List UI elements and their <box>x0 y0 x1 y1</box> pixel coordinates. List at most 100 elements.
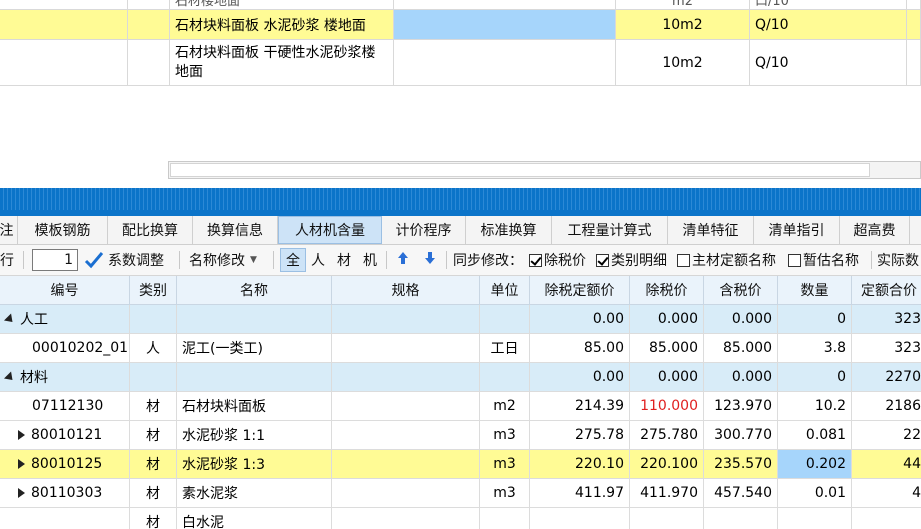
cell-code[interactable] <box>0 508 130 529</box>
cell-spec[interactable] <box>332 421 480 450</box>
cell-base[interactable]: 220.10 <box>530 450 630 479</box>
cell-price[interactable]: 85.000 <box>630 334 704 363</box>
cell-price[interactable] <box>630 508 704 529</box>
cell-spec[interactable] <box>332 392 480 421</box>
cell-unit[interactable]: m3 <box>480 450 530 479</box>
tab-mix-conversion[interactable]: 配比换算 <box>108 216 193 244</box>
collapse-icon[interactable] <box>3 312 17 326</box>
tab-resource-content[interactable]: 人材机含量 <box>278 216 382 244</box>
cell-total[interactable]: 2270 <box>852 363 921 392</box>
checkbox-main-material-name[interactable]: 主材定额名称 <box>677 245 776 275</box>
cell-tax[interactable]: 0.000 <box>704 305 778 334</box>
cell-tax[interactable]: 457.540 <box>704 479 778 508</box>
cell-spec[interactable] <box>332 479 480 508</box>
cell-code[interactable]: 80010125 <box>0 450 130 479</box>
cell-price[interactable]: 0.000 <box>630 363 704 392</box>
cell-price[interactable]: 411.970 <box>630 479 704 508</box>
cell-qty[interactable]: 3.8 <box>778 334 852 363</box>
tab-list-guide[interactable]: 清单指引 <box>754 216 840 244</box>
cell-name[interactable]: 水泥砂浆 1:3 <box>177 450 332 479</box>
checkbox-box[interactable] <box>788 253 801 267</box>
cell-total[interactable] <box>852 508 921 529</box>
tab-template-rebar[interactable]: 模板钢筋 <box>18 216 108 244</box>
checkbox-pretax-price[interactable]: 除税价 <box>529 245 586 275</box>
upper-row-cell[interactable] <box>0 40 128 86</box>
upper-row-cell[interactable] <box>128 40 170 86</box>
tab-note[interactable]: 注 <box>0 216 18 244</box>
tab-quantity-formula[interactable]: 工程量计算式 <box>552 216 668 244</box>
cell-unit[interactable] <box>480 305 530 334</box>
cell-type[interactable]: 材 <box>130 392 177 421</box>
checkbox-category-detail[interactable]: 类别明细 <box>596 245 667 275</box>
row-count-input[interactable]: 1 <box>32 249 78 271</box>
cell-unit[interactable]: m2 <box>480 392 530 421</box>
expand-icon[interactable] <box>18 459 25 469</box>
cell-total[interactable]: 323 <box>852 305 921 334</box>
upper-row-qty[interactable]: Q/10 <box>750 10 907 40</box>
tab-pricing-procedure[interactable]: 计价程序 <box>382 216 466 244</box>
cell-spec[interactable] <box>332 450 480 479</box>
col-header-name[interactable]: 名称 <box>177 276 332 305</box>
cell-tax[interactable]: 85.000 <box>704 334 778 363</box>
cell-qty[interactable]: 0.081 <box>778 421 852 450</box>
move-up-button[interactable] <box>397 245 409 275</box>
move-down-button[interactable] <box>424 245 436 275</box>
cell-qty[interactable]: 10.2 <box>778 392 852 421</box>
filter-labor-button[interactable]: 人 <box>311 245 325 275</box>
cell-spec[interactable] <box>332 508 480 529</box>
cell-code[interactable]: 07112130 <box>0 392 130 421</box>
upper-row-name[interactable]: 石材块料面板 干硬性水泥砂浆楼地面 <box>170 40 394 86</box>
tab-standard-conversion[interactable]: 标准换算 <box>466 216 552 244</box>
col-header-type[interactable]: 类别 <box>130 276 177 305</box>
col-header-quantity[interactable]: 数量 <box>778 276 852 305</box>
cell-type[interactable] <box>130 363 177 392</box>
horizontal-scrollbar[interactable] <box>168 161 921 179</box>
cell-code[interactable]: 80110303 <box>0 479 130 508</box>
cell-qty[interactable] <box>778 508 852 529</box>
cell-qty[interactable]: 0.01 <box>778 479 852 508</box>
cell-name[interactable]: 石材块料面板 <box>177 392 332 421</box>
col-header-code[interactable]: 编号 <box>0 276 130 305</box>
upper-row-cell[interactable] <box>907 40 921 86</box>
cell-base[interactable]: 214.39 <box>530 392 630 421</box>
checkbox-box[interactable] <box>529 253 542 267</box>
cell-unit[interactable]: m3 <box>480 479 530 508</box>
coefficient-adjust-button[interactable]: 系数调整 <box>84 245 164 275</box>
cell-total[interactable]: 323 <box>852 334 921 363</box>
cell-name[interactable]: 水泥砂浆 1:1 <box>177 421 332 450</box>
cell-code[interactable]: 80010121 <box>0 421 130 450</box>
cell-total[interactable]: 22 <box>852 421 921 450</box>
cell-tax[interactable] <box>704 508 778 529</box>
upper-row-cell[interactable] <box>907 10 921 40</box>
upper-row-cell[interactable] <box>0 10 128 40</box>
cell-total[interactable]: 44 <box>852 450 921 479</box>
upper-row-qty[interactable]: Q/10 <box>750 40 907 86</box>
col-header-unit[interactable]: 单位 <box>480 276 530 305</box>
cell-base[interactable]: 85.00 <box>530 334 630 363</box>
filter-material-button[interactable]: 材 <box>337 245 351 275</box>
cell-type[interactable]: 材 <box>130 479 177 508</box>
col-header-pretax-price[interactable]: 除税价 <box>630 276 704 305</box>
cell-name[interactable]: 泥工(一类工) <box>177 334 332 363</box>
group-row-label[interactable]: 人工 <box>0 305 130 334</box>
cell-type[interactable]: 人 <box>130 334 177 363</box>
upper-row-spec-cell[interactable] <box>394 40 616 86</box>
expand-icon[interactable] <box>18 430 25 440</box>
upper-row-unit[interactable]: 10m2 <box>616 10 750 40</box>
panel-splitter[interactable] <box>0 188 921 210</box>
group-row-label[interactable]: 材料 <box>0 363 130 392</box>
cell-spec[interactable] <box>332 363 480 392</box>
cell-base[interactable]: 275.78 <box>530 421 630 450</box>
cell-total[interactable]: 2186 <box>852 392 921 421</box>
cell-base[interactable]: 411.97 <box>530 479 630 508</box>
scrollbar-thumb[interactable] <box>170 163 870 177</box>
cell-code[interactable]: 00010202_01 <box>0 334 130 363</box>
tab-conversion-info[interactable]: 换算信息 <box>193 216 278 244</box>
cell-tax[interactable]: 0.000 <box>704 363 778 392</box>
cell-type[interactable] <box>130 305 177 334</box>
col-header-base-total[interactable]: 定额合价 <box>852 276 921 305</box>
tab-more[interactable] <box>910 216 921 244</box>
cell-unit[interactable]: m3 <box>480 421 530 450</box>
cell-name[interactable]: 素水泥浆 <box>177 479 332 508</box>
cell-name[interactable] <box>177 363 332 392</box>
